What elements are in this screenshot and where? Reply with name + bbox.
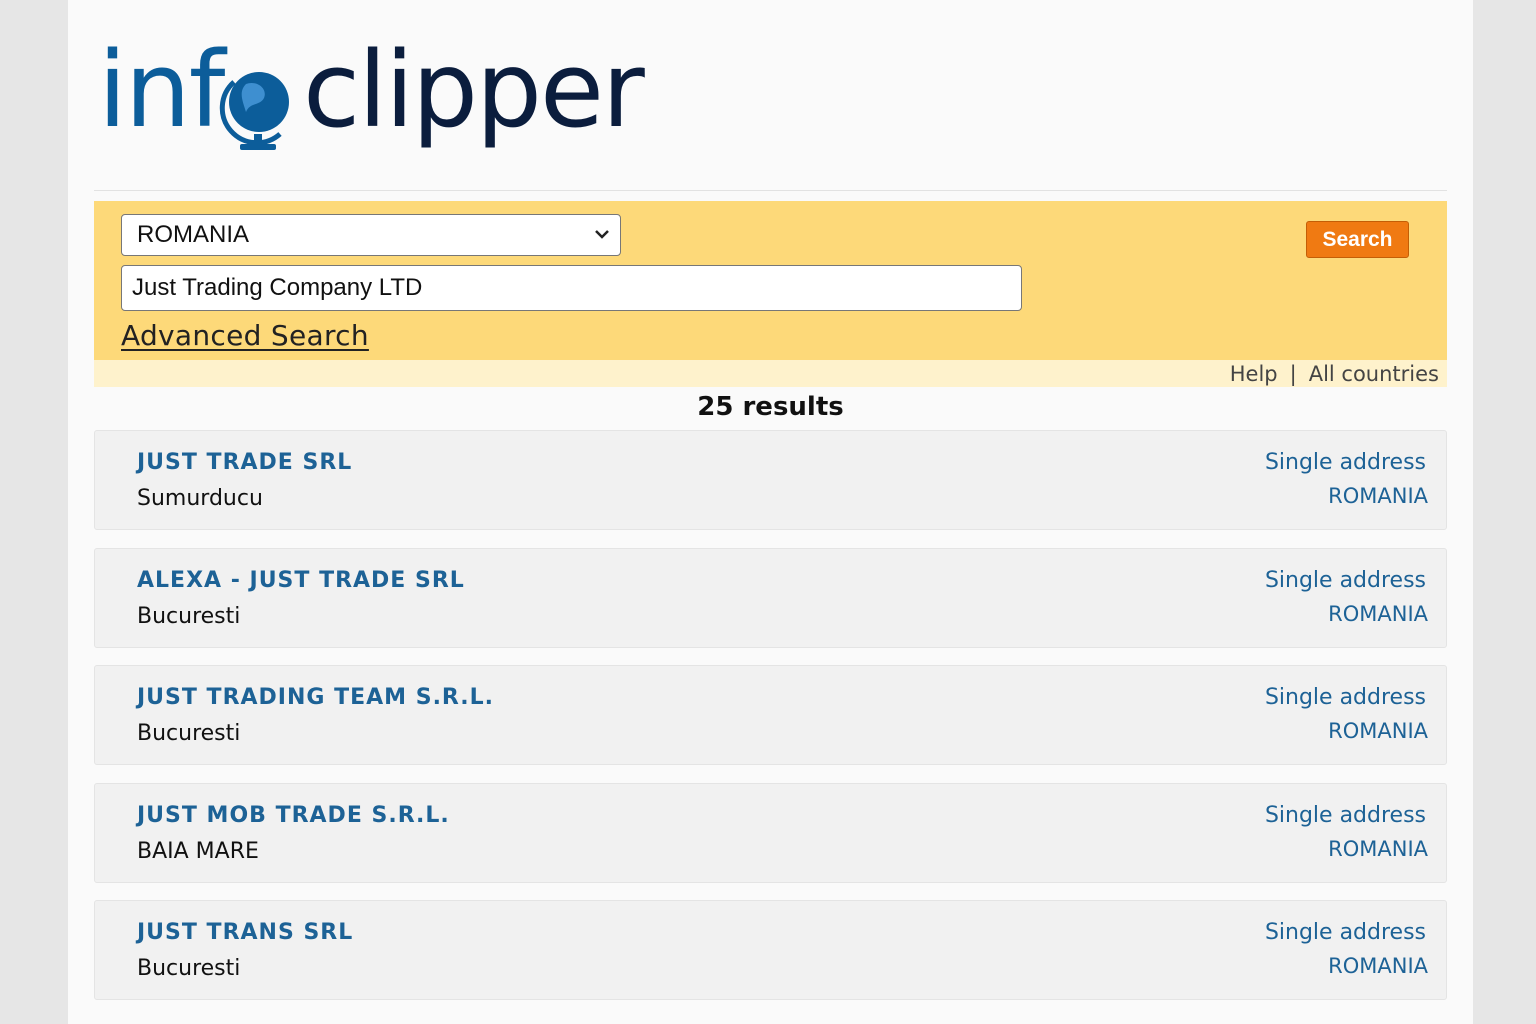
result-city: Bucuresti xyxy=(137,603,241,629)
company-search-input[interactable] xyxy=(121,265,1022,311)
globe-icon xyxy=(219,72,289,150)
infoclipper-logo[interactable]: inf clipper xyxy=(98,30,698,150)
country-select[interactable]: ROMANIA xyxy=(121,214,621,256)
result-item[interactable]: JUST TRANS SRL Bucuresti Single address … xyxy=(94,900,1447,1000)
result-address-type[interactable]: Single address xyxy=(1265,803,1426,828)
help-link[interactable]: Help xyxy=(1230,362,1278,386)
result-address-type[interactable]: Single address xyxy=(1265,685,1426,710)
result-item[interactable]: JUST MOB TRADE S.R.L. BAIA MARE Single a… xyxy=(94,782,1447,883)
result-city: Bucuresti xyxy=(137,956,241,981)
result-company-name[interactable]: JUST TRANS SRL xyxy=(137,920,353,945)
result-address-type[interactable]: Single address xyxy=(1265,568,1426,593)
header-divider xyxy=(94,190,1447,191)
result-city: Sumurducu xyxy=(137,486,263,511)
all-countries-link[interactable]: All countries xyxy=(1309,362,1439,386)
result-city: Bucuresti xyxy=(137,721,241,746)
result-item[interactable]: JUST TRADE SRL Sumurducu Single address … xyxy=(94,430,1447,530)
advanced-search-link[interactable]: Advanced Search xyxy=(121,319,369,352)
results-list: JUST TRADE SRL Sumurducu Single address … xyxy=(94,430,1447,1018)
result-company-name[interactable]: JUST TRADE SRL xyxy=(137,450,352,475)
result-city: BAIA MARE xyxy=(137,838,259,864)
help-bar: Help | All countries xyxy=(94,360,1447,387)
page: inf clipper ROMANIA Advanced Search Sear… xyxy=(68,0,1473,1024)
result-address-type[interactable]: Single address xyxy=(1265,450,1426,475)
results-count: 25 results xyxy=(697,392,844,422)
search-button[interactable]: Search xyxy=(1306,221,1409,258)
logo-text-info: inf xyxy=(98,29,225,151)
logo-text-clipper: clipper xyxy=(303,29,645,151)
search-panel: ROMANIA Advanced Search Search xyxy=(94,201,1447,360)
result-address-type[interactable]: Single address xyxy=(1265,920,1426,945)
help-links: Help | All countries xyxy=(1230,360,1439,388)
country-select-value: ROMANIA xyxy=(137,221,250,248)
result-country[interactable]: ROMANIA xyxy=(1328,837,1428,861)
link-separator: | xyxy=(1289,362,1297,386)
result-country[interactable]: ROMANIA xyxy=(1328,602,1428,626)
result-company-name[interactable]: JUST TRADING TEAM S.R.L. xyxy=(137,685,494,710)
result-company-name[interactable]: ALEXA - JUST TRADE SRL xyxy=(137,568,465,593)
result-country[interactable]: ROMANIA xyxy=(1328,719,1428,743)
chevron-down-icon xyxy=(595,230,609,239)
result-item[interactable]: JUST TRADING TEAM S.R.L. Bucuresti Singl… xyxy=(94,665,1447,765)
result-company-name[interactable]: JUST MOB TRADE S.R.L. xyxy=(137,803,450,828)
result-country[interactable]: ROMANIA xyxy=(1328,484,1428,508)
result-item[interactable]: ALEXA - JUST TRADE SRL Bucuresti Single … xyxy=(94,547,1447,648)
result-country[interactable]: ROMANIA xyxy=(1328,954,1428,978)
